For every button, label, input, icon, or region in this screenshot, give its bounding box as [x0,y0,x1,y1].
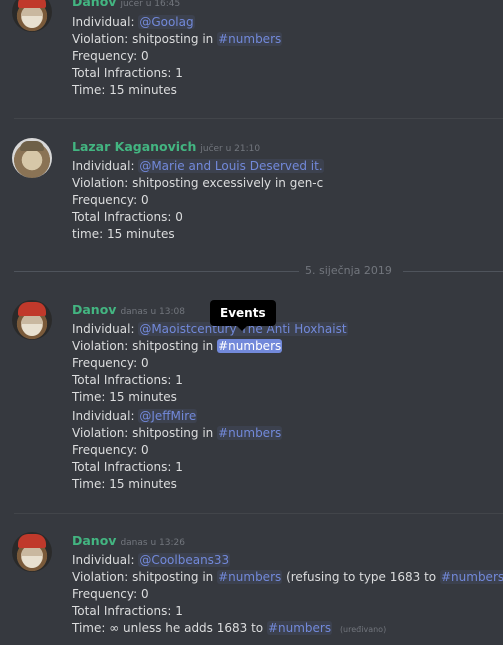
message-line: Frequency: 0 [72,443,149,457]
message-header: Danov danas u 13:08 [72,302,185,317]
message-line: Total Infractions: 0 [72,210,183,224]
message-line: Frequency: 0 [72,49,149,63]
message-line: Individual: @Marie and Louis Deserved it… [72,159,324,173]
user-avatar[interactable] [12,532,52,572]
message-line: Time: 15 minutes [72,83,177,97]
message-line: Violation: shitposting in #numbers (refu… [72,569,503,586]
author-name[interactable]: Danov [72,302,116,317]
edited-indicator: (uređivano) [339,625,387,634]
message-divider [14,118,503,119]
message-divider [14,513,503,514]
message-line: Time: 15 minutes [72,390,177,404]
author-name[interactable]: Lazar Kaganovich [72,139,196,154]
channel-mention[interactable]: #numbers [266,621,333,635]
user-avatar[interactable] [12,0,52,32]
user-avatar[interactable] [12,138,52,178]
message-header: Danov danas u 13:26 [72,533,185,548]
author-name[interactable]: Danov [72,533,116,548]
message-line: Individual: @Coolbeans33 [72,553,231,567]
user-mention[interactable]: @Goolag [138,15,195,29]
channel-mention[interactable]: #numbers [439,570,503,584]
message-line: Time: ∞ unless he adds 1683 to #numbers … [72,621,387,635]
channel-mention[interactable]: #numbers [217,426,283,440]
message-line: Violation: shitposting in #numbers [72,339,283,353]
channel-mention[interactable]: #numbers [217,570,283,584]
timestamp: jučer u 16:45 [120,0,181,9]
message-line: Individual: @Goolag [72,15,195,29]
message-line: Total Infractions: 1 [72,373,183,387]
channel-mention[interactable]: #numbers [217,32,283,46]
message-line: Frequency: 0 [72,587,149,601]
channel-tooltip: Events [210,300,276,331]
divider-line [14,271,299,272]
message-line: Time: 15 minutes [72,477,177,491]
author-name[interactable]: Danov [72,0,116,9]
message-line: Total Infractions: 1 [72,66,183,80]
message-line: Frequency: 0 [72,356,149,370]
user-mention[interactable]: @JeffMire [138,409,198,423]
date-divider: 5. siječnja 2019 [0,262,503,282]
message-line: time: 15 minutes [72,227,175,241]
message-header: Lazar Kaganovich jučer u 21:10 [72,139,260,154]
user-avatar[interactable] [12,300,52,340]
message-line: Total Infractions: 1 [72,604,183,618]
message-header: Danov jučer u 16:45 [72,0,180,9]
message-line: Violation: shitposting excessively in ge… [72,176,324,190]
divider-line [403,271,503,272]
channel-mention[interactable]: #numbers [217,339,283,353]
message-line: Total Infractions: 1 [72,460,183,474]
message-line: Violation: shitposting in #numbers [72,426,283,440]
user-mention[interactable]: @Coolbeans33 [138,553,231,567]
timestamp: jučer u 21:10 [200,144,261,154]
message-line: Individual: @JeffMire [72,409,198,423]
message-line: Violation: shitposting in #numbers [72,32,283,46]
date-label: 5. siječnja 2019 [305,264,392,277]
timestamp: danas u 13:08 [120,307,185,317]
message-line: Frequency: 0 [72,193,149,207]
user-mention[interactable]: @Marie and Louis Deserved it. [138,159,324,173]
timestamp: danas u 13:26 [120,538,185,548]
